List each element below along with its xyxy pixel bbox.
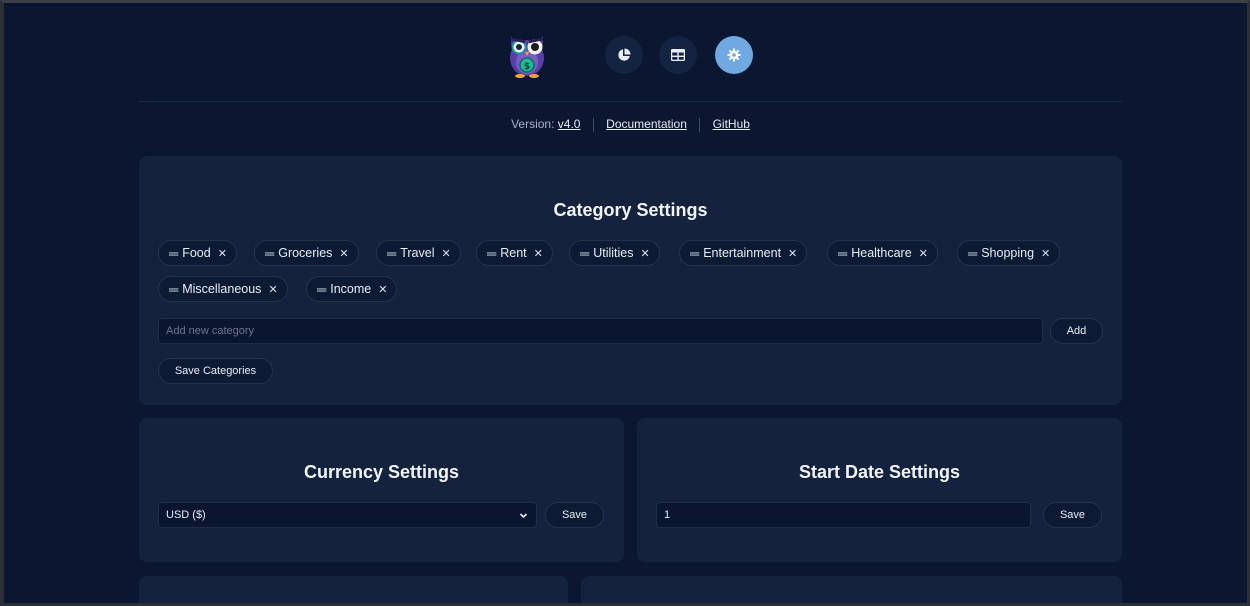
category-tag[interactable]: ═ Food ✕	[158, 240, 237, 266]
documentation-link[interactable]: Documentation	[606, 117, 687, 131]
start-date-settings-card: Start Date Settings Save	[637, 418, 1122, 562]
close-icon[interactable]: ✕	[218, 247, 227, 260]
save-categories-button[interactable]: Save Categories	[158, 358, 273, 384]
close-icon[interactable]: ✕	[441, 247, 450, 260]
version-link[interactable]: v4.0	[558, 117, 581, 131]
category-tag-label: Groceries	[278, 246, 333, 260]
drag-handle-icon[interactable]: ═	[580, 246, 589, 261]
category-tag[interactable]: ═ Miscellaneous ✕	[158, 276, 288, 302]
close-icon[interactable]: ✕	[788, 247, 797, 260]
category-settings-title: Category Settings	[553, 200, 708, 220]
category-settings-card: Category Settings ═ Food ✕ ═ Groceries ✕…	[139, 156, 1122, 405]
close-icon[interactable]: ✕	[919, 247, 928, 260]
new-category-input[interactable]	[158, 318, 1043, 344]
category-tag[interactable]: ═ Shopping ✕	[957, 240, 1061, 266]
drag-handle-icon[interactable]: ═	[838, 246, 847, 261]
category-tag-label: Miscellaneous	[182, 282, 262, 296]
drag-handle-icon[interactable]: ═	[169, 246, 178, 261]
pie-chart-icon	[618, 48, 631, 61]
drag-handle-icon[interactable]: ═	[169, 282, 178, 297]
nav-table-button[interactable]	[659, 36, 697, 74]
app-window: $ Version: v4.0 Documentation GitHub Cat…	[0, 0, 1250, 606]
category-tag-label: Entertainment	[703, 246, 782, 260]
category-tag-label: Healthcare	[851, 246, 912, 260]
category-tag[interactable]: ═ Travel ✕	[376, 240, 461, 266]
github-link[interactable]: GitHub	[713, 117, 750, 131]
svg-text:$: $	[524, 62, 530, 72]
gear-icon	[727, 48, 741, 62]
save-currency-button[interactable]: Save	[545, 502, 604, 528]
currency-select[interactable]: USD ($)	[158, 502, 537, 528]
divider	[699, 117, 701, 132]
close-icon[interactable]: ✕	[1041, 247, 1050, 260]
drag-handle-icon[interactable]: ═	[317, 282, 326, 297]
close-icon[interactable]: ✕	[268, 283, 277, 296]
category-tag[interactable]: ═ Income ✕	[306, 276, 398, 302]
drag-handle-icon[interactable]: ═	[968, 246, 977, 261]
close-icon[interactable]: ✕	[378, 283, 387, 296]
drag-handle-icon[interactable]: ═	[265, 246, 274, 261]
category-tag-label: Income	[330, 282, 372, 296]
category-tag-label: Travel	[400, 246, 435, 260]
category-tag-label: Utilities	[593, 246, 634, 260]
category-tag[interactable]: ═ Entertainment ✕	[679, 240, 808, 266]
close-icon[interactable]: ✕	[339, 247, 348, 260]
nav-settings-button[interactable]	[715, 36, 753, 74]
category-tag-label: Food	[182, 246, 211, 260]
category-tag[interactable]: ═ Groceries ✕	[254, 240, 359, 266]
add-category-button[interactable]: Add	[1050, 318, 1103, 344]
table-icon	[671, 49, 685, 61]
category-tag-label: Rent	[500, 246, 527, 260]
currency-select-value: USD ($)	[166, 509, 206, 521]
owl-logo: $	[503, 28, 551, 78]
start-date-input[interactable]	[656, 502, 1031, 528]
header: $	[139, 3, 1122, 102]
category-tag-label: Shopping	[981, 246, 1035, 260]
currency-settings-title: Currency Settings	[303, 462, 460, 482]
drag-handle-icon[interactable]: ═	[487, 246, 496, 261]
drag-handle-icon[interactable]: ═	[690, 246, 699, 261]
version-label: Version:	[511, 117, 555, 131]
category-tag[interactable]: ═ Rent ✕	[476, 240, 553, 266]
divider	[592, 117, 594, 132]
close-icon[interactable]: ✕	[641, 247, 650, 260]
save-start-date-button[interactable]: Save	[1043, 502, 1102, 528]
settings-card	[139, 576, 568, 603]
category-tag[interactable]: ═ Healthcare ✕	[827, 240, 938, 266]
settings-card	[581, 576, 1122, 603]
drag-handle-icon[interactable]: ═	[387, 246, 396, 261]
currency-settings-card: Currency Settings USD ($) Save	[139, 418, 624, 562]
version-row: Version: v4.0 Documentation GitHub	[139, 117, 1122, 132]
nav-charts-button[interactable]	[605, 36, 643, 74]
close-icon[interactable]: ✕	[534, 247, 543, 260]
category-tag[interactable]: ═ Utilities ✕	[569, 240, 660, 266]
start-date-settings-title: Start Date Settings	[798, 462, 961, 482]
chevron-down-icon	[519, 513, 528, 519]
